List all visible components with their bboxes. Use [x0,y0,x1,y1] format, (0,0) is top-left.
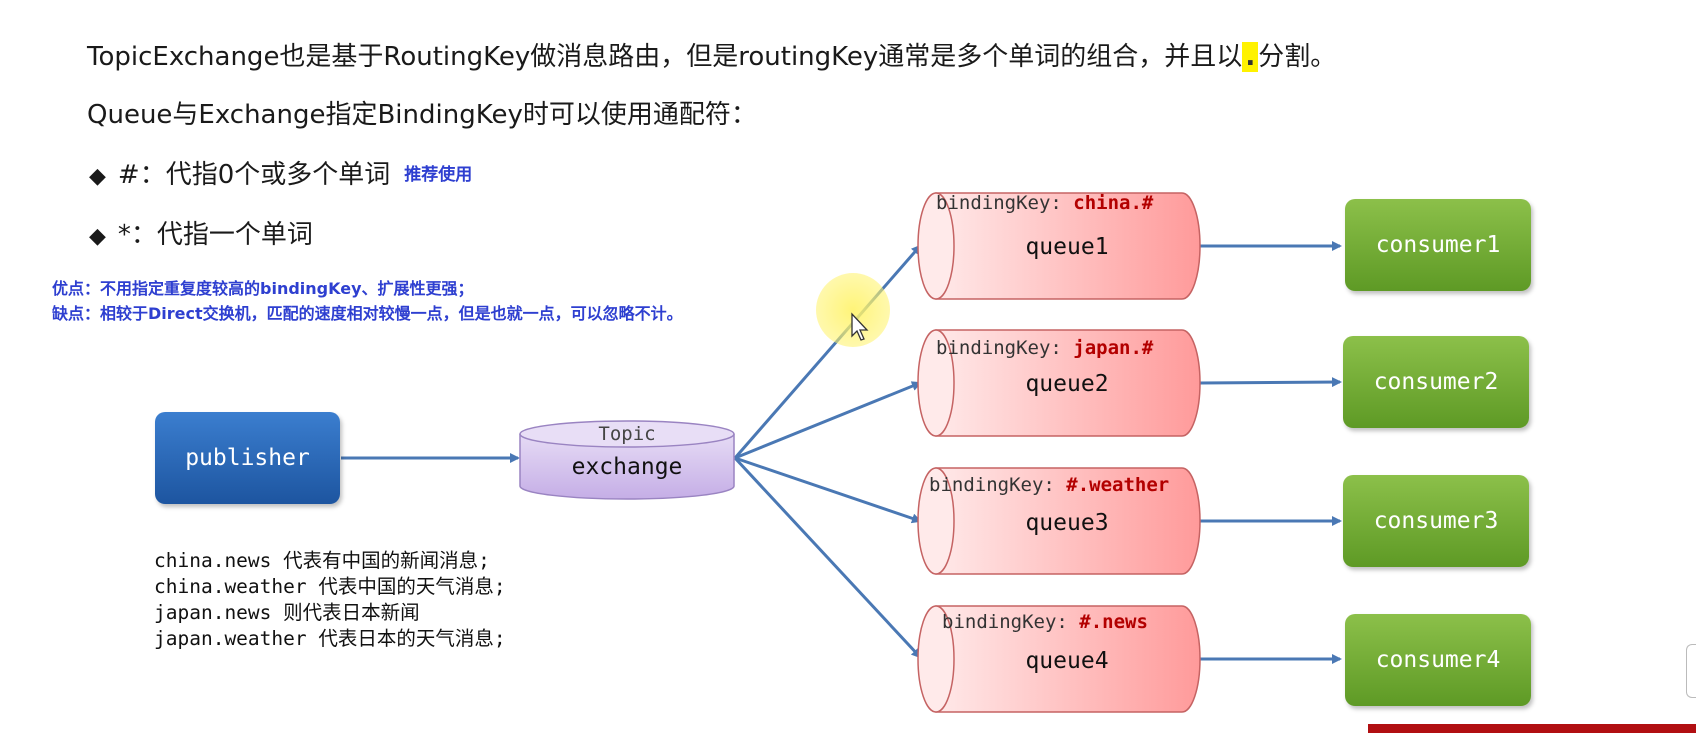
arrow-queue2-consumer2 [1199,377,1342,388]
example-line: china.news 代表有中国的新闻消息; [154,549,490,572]
routing-key-examples: china.news 代表有中国的新闻消息; china.weather 代表中国… [154,548,506,652]
example-line: china.weather 代表中国的天气消息; [154,575,506,598]
consumer-1-node: consumer1 [1345,199,1531,291]
arrow-exchange-queue4 [733,456,922,659]
binding-key-label: bindingKey: [929,474,1066,496]
consumer-4-node: consumer4 [1345,614,1531,706]
binding-key-label: bindingKey: [936,337,1073,359]
binding-key-value: china.# [1073,192,1154,214]
cursor-highlight [816,273,890,347]
slide: TopicExchange也是基于RoutingKey做消息路由，但是routi… [0,0,1696,733]
queue-3: bindingKey: #.weather queue3 [917,467,1201,575]
queue-4: bindingKey: #.news queue4 [917,605,1201,713]
side-scroll-tab[interactable] [1686,644,1696,698]
example-line: japan.news 则代表日本新闻 [154,601,420,624]
consumer-3-node: consumer3 [1343,475,1529,567]
arrow-exchange-queue2 [734,381,922,460]
arrow-exchange-queue1 [733,244,922,459]
queue-label: queue2 [1025,371,1108,397]
exchange-cylinder: Topic exchange [519,420,735,500]
binding-key-value: #.news [1079,611,1148,633]
consumer-2-node: consumer2 [1343,336,1529,428]
queue-label: queue1 [1025,234,1108,260]
binding-key-prefix: bindingKey: japan.# [936,337,1154,359]
queue-2: bindingKey: japan.# queue2 [917,329,1201,437]
binding-key-label: bindingKey: [942,611,1079,633]
binding-key-prefix: bindingKey: #.weather [929,474,1169,496]
binding-key-prefix: bindingKey: #.news [942,611,1148,633]
exchange-type-label: Topic [598,423,655,445]
queue-label: queue4 [1025,648,1108,674]
bottom-red-banner [1368,724,1696,733]
queue-1: bindingKey: china.# queue1 [917,192,1201,300]
example-line: japan.weather 代表日本的天气消息; [154,627,506,650]
binding-key-value: #.weather [1066,474,1169,496]
binding-key-label: bindingKey: [936,192,1073,214]
exchange-label: exchange [572,454,683,480]
binding-key-value: japan.# [1073,337,1154,359]
publisher-node: publisher [155,412,340,504]
binding-key-prefix: bindingKey: china.# [936,192,1154,214]
queue-label: queue3 [1025,510,1108,536]
